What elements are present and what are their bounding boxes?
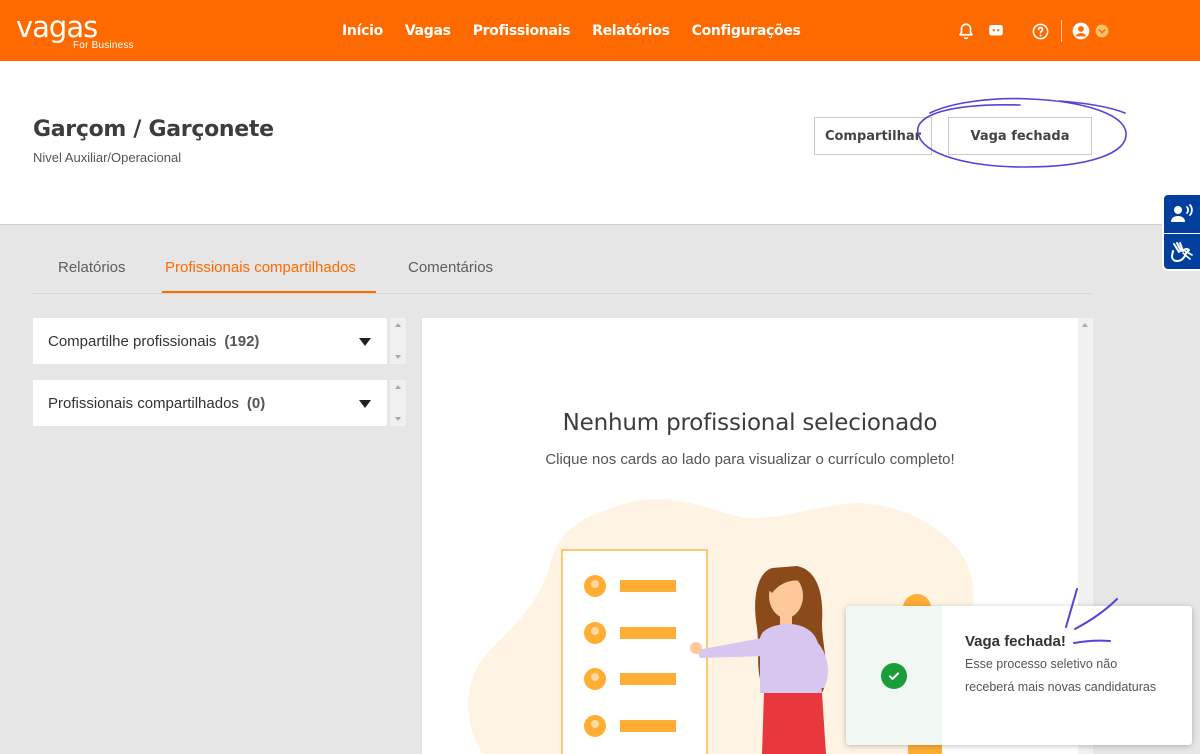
scrollbar[interactable] bbox=[390, 380, 406, 426]
accordion-count: (0) bbox=[246, 394, 266, 412]
sign-language-icon[interactable] bbox=[1164, 233, 1200, 271]
accordion-shared-professionals[interactable]: Profissionais compartilhados (0) bbox=[33, 380, 387, 426]
nav-configuracoes[interactable]: Configurações bbox=[692, 23, 801, 39]
page-title: Garçom / Garçonete bbox=[33, 117, 274, 142]
accordion-count: (192) bbox=[224, 332, 260, 350]
share-button[interactable]: Compartilhar bbox=[814, 117, 932, 155]
nav-vagas[interactable]: Vagas bbox=[405, 23, 451, 39]
chevron-down-icon[interactable] bbox=[1094, 20, 1110, 42]
check-icon bbox=[881, 663, 907, 689]
top-navigation-bar: vagas For Business Início Vagas Profissi… bbox=[0, 0, 1200, 61]
tab-profissionais-compartilhados[interactable]: Profissionais compartilhados bbox=[165, 259, 356, 276]
user-icon[interactable] bbox=[1070, 20, 1092, 42]
accordion-label: Profissionais compartilhados bbox=[48, 394, 239, 412]
active-tab-underline bbox=[162, 291, 376, 293]
bell-icon[interactable] bbox=[955, 20, 977, 42]
empty-state-title: Nenhum profissional selecionado bbox=[562, 410, 938, 436]
nav-relatorios[interactable]: Relatórios bbox=[592, 23, 670, 39]
toast-title: Vaga fechada! bbox=[965, 633, 1066, 650]
logo-subtext: For Business bbox=[73, 40, 134, 51]
job-closed-button[interactable]: Vaga fechada bbox=[948, 117, 1092, 155]
job-level: Nivel Auxiliar/Operacional bbox=[33, 150, 182, 165]
divider bbox=[1061, 20, 1062, 42]
accessibility-widget bbox=[1162, 193, 1200, 271]
tab-relatorios[interactable]: Relatórios bbox=[58, 259, 126, 276]
vagas-logo[interactable]: vagas For Business bbox=[16, 10, 134, 51]
help-icon[interactable] bbox=[1029, 20, 1051, 42]
top-icons bbox=[955, 19, 1110, 43]
nav-inicio[interactable]: Início bbox=[342, 23, 383, 39]
job-header: Garçom / Garçonete Nivel Auxiliar/Operac… bbox=[0, 61, 1200, 225]
accordion-label: Compartilhe profissionais bbox=[48, 332, 217, 350]
empty-state-subtitle: Clique nos cards ao lado para visualizar… bbox=[545, 451, 955, 468]
scrollbar[interactable] bbox=[390, 318, 406, 364]
main-nav: Início Vagas Profissionais Relatórios Co… bbox=[342, 23, 801, 39]
logo-text: vagas bbox=[16, 10, 98, 44]
accordion-share-professionals[interactable]: Compartilhe profissionais (192) bbox=[33, 318, 387, 364]
tabs-bar: Relatórios Profissionais compartilhados … bbox=[33, 240, 1092, 294]
caret-down-icon[interactable] bbox=[359, 338, 371, 346]
caret-down-icon[interactable] bbox=[359, 400, 371, 408]
nav-profissionais[interactable]: Profissionais bbox=[473, 23, 571, 39]
toast-notification: Vaga fechada! Esse processo seletivo não… bbox=[846, 606, 1192, 745]
toast-message: Esse processo seletivo não receberá mais… bbox=[965, 657, 1157, 694]
audio-accessibility-icon[interactable] bbox=[1164, 195, 1200, 233]
toast-icon-area bbox=[846, 606, 942, 745]
tab-comentarios[interactable]: Comentários bbox=[408, 259, 493, 276]
chat-icon[interactable] bbox=[985, 20, 1007, 42]
